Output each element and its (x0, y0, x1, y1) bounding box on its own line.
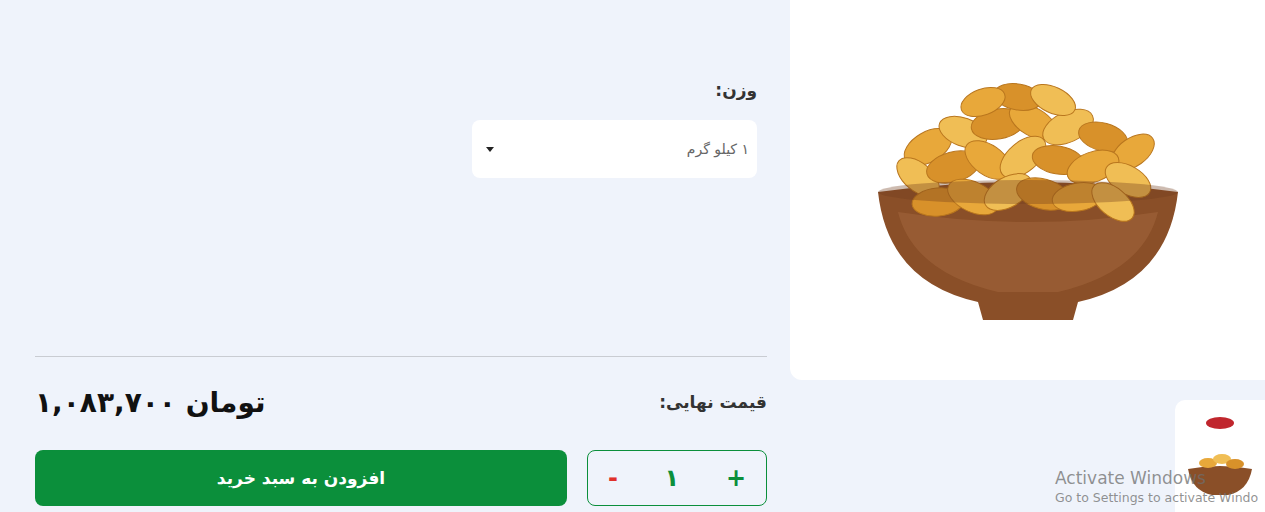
weight-select[interactable]: ۱ کیلو گرم (472, 120, 757, 178)
add-to-cart-button[interactable]: افزودن به سبد خرید (35, 450, 567, 506)
watermark-subtitle: Go to Settings to activate Windo (1055, 489, 1258, 507)
product-page: وزن: ۱ کیلو گرم قیمت نهایی: ۱,۰۸۳,۷۰۰ تومان… (0, 0, 1265, 512)
thumbnail-icon (1180, 411, 1260, 501)
purchase-controls: +۱ - افزودن به سبد خرید (35, 450, 767, 506)
product-image (790, 0, 1265, 380)
product-gallery (790, 0, 1265, 512)
option-field: وزن: ۱ کیلو گرم (35, 80, 767, 178)
decrease-button[interactable]: - (608, 466, 618, 490)
quantity-stepper: +۱ - (587, 450, 767, 506)
price-row: قیمت نهایی: ۱,۰۸۳,۷۰۰ تومان (35, 381, 767, 423)
product-details: وزن: ۱ کیلو گرم قیمت نهایی: ۱,۰۸۳,۷۰۰ تومان… (35, 0, 767, 512)
product-thumbnail[interactable] (1175, 400, 1265, 512)
quantity-value[interactable]: ۱ (665, 464, 680, 492)
increase-button[interactable]: + (726, 466, 746, 490)
select-value: ۱ کیلو گرم (687, 141, 749, 157)
price-label: قیمت نهایی: (659, 392, 767, 412)
watermark-title: Activate Windows (1055, 467, 1258, 489)
option-label: وزن: (715, 80, 757, 104)
divider (35, 356, 767, 357)
cashew-bowl-icon (858, 52, 1198, 332)
windows-watermark: Activate WindowsGo to Settings to activa… (1055, 467, 1258, 507)
caret-down-icon (486, 147, 494, 152)
price-value: ۱,۰۸۳,۷۰۰ تومان (35, 386, 265, 419)
